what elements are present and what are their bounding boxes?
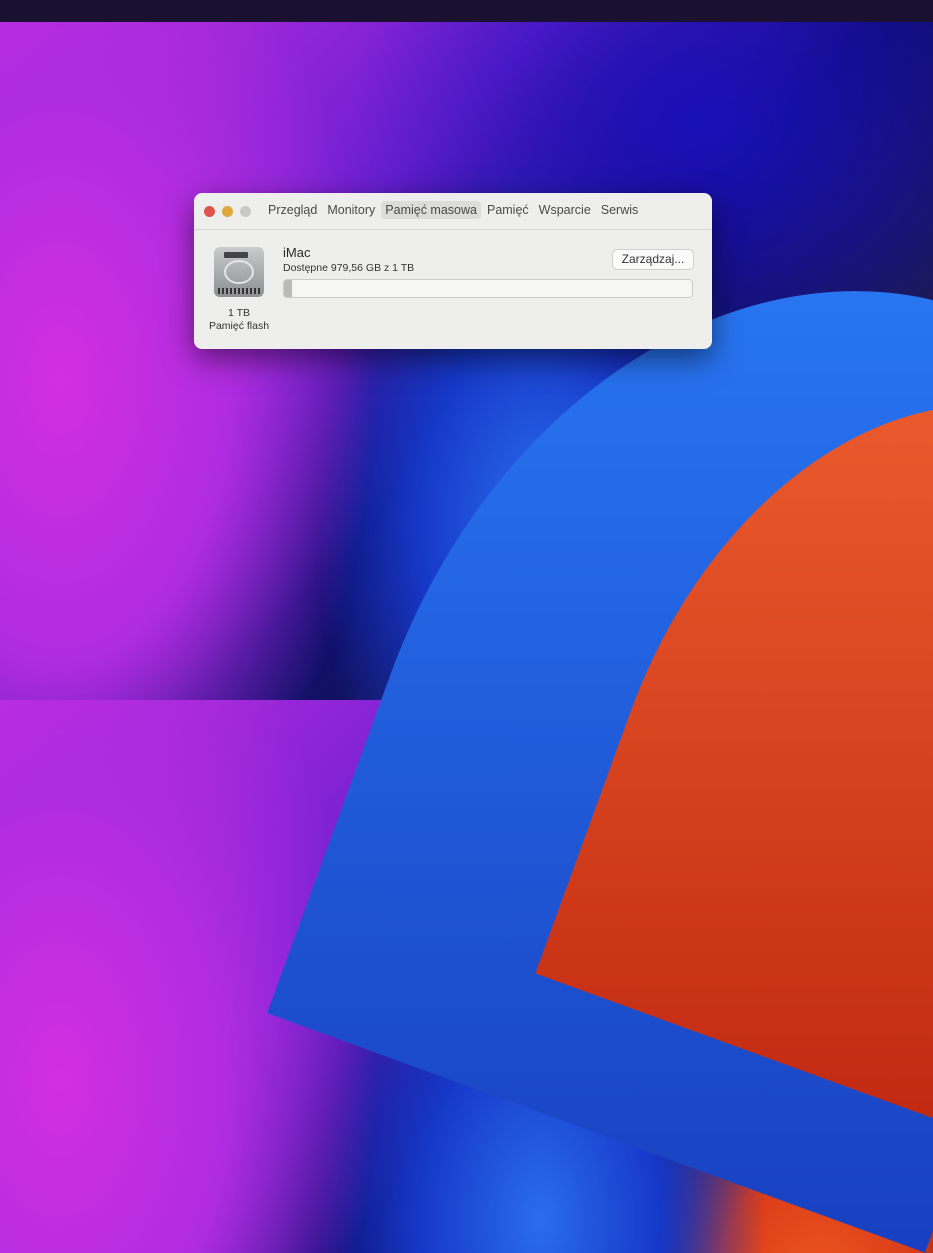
screen-top-bezel: [0, 0, 933, 22]
minimize-button[interactable]: [222, 206, 233, 217]
title-bar: Przegląd Monitory Pamięć masowa Pamięć W…: [194, 193, 712, 230]
zoom-button-disabled: [240, 206, 251, 217]
available-space: Dostępne 979,56 GB z 1 TB: [283, 262, 415, 274]
hard-drive-icon: [214, 247, 264, 297]
tab-overview[interactable]: Przegląd: [264, 201, 321, 219]
storage-usage-bar: [283, 279, 693, 298]
about-this-mac-window: Przegląd Monitory Pamięć masowa Pamięć W…: [194, 193, 712, 349]
volume-name: iMac: [283, 245, 311, 260]
drive-info: 1 TB Pamięć flash: [194, 307, 284, 333]
drive-capacity: 1 TB: [228, 307, 250, 319]
drive-type: Pamięć flash: [208, 320, 270, 332]
tab-storage[interactable]: Pamięć masowa: [381, 201, 481, 219]
tab-displays[interactable]: Monitory: [323, 201, 379, 219]
close-button[interactable]: [204, 206, 215, 217]
tab-bar: Przegląd Monitory Pamięć masowa Pamięć W…: [264, 201, 642, 219]
tab-service[interactable]: Serwis: [597, 201, 643, 219]
manage-button[interactable]: Zarządzaj...: [612, 249, 694, 270]
tab-memory[interactable]: Pamięć: [483, 201, 533, 219]
storage-usage-fill: [284, 280, 293, 297]
tab-support[interactable]: Wsparcie: [535, 201, 595, 219]
